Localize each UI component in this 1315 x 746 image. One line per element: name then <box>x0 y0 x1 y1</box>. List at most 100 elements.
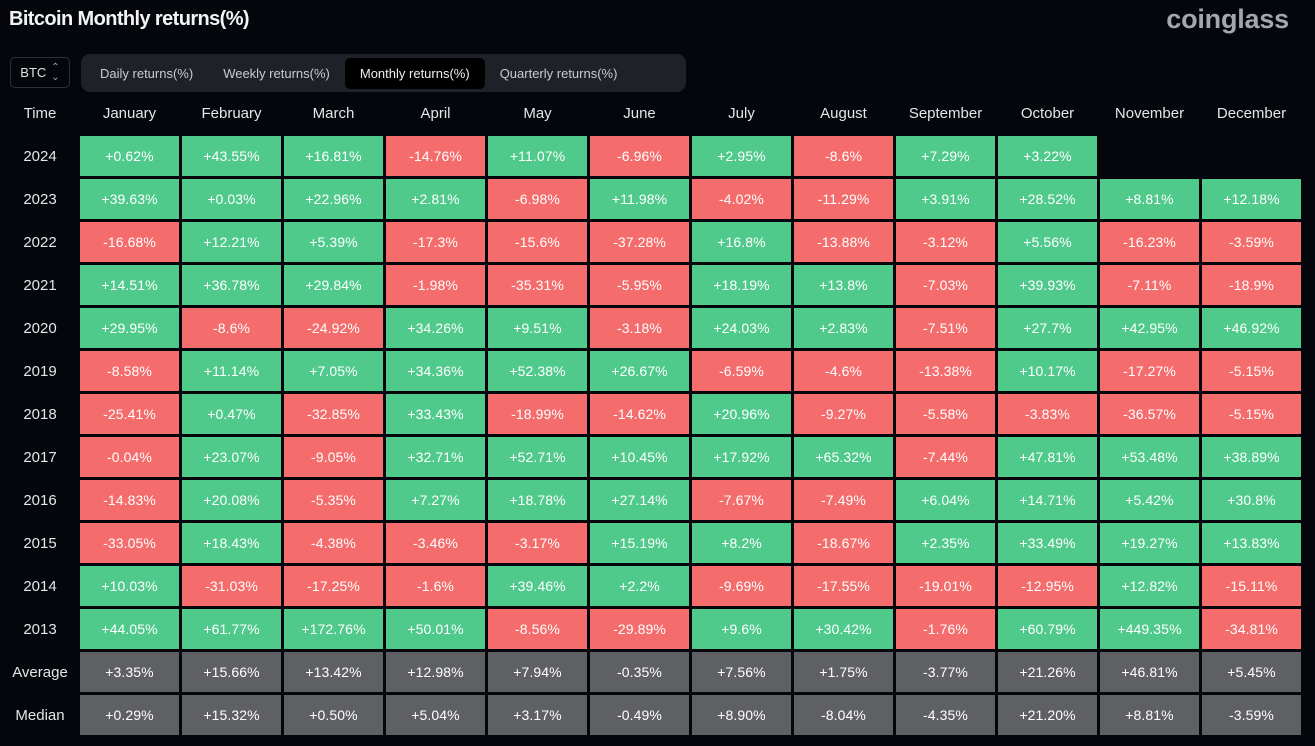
return-cell: +20.08% <box>182 480 281 520</box>
return-cell: +17.92% <box>692 437 791 477</box>
return-cell: -7.44% <box>896 437 995 477</box>
year-row-label: 2015 <box>23 534 57 552</box>
return-cell: +2.2% <box>590 566 689 606</box>
brand-logo: coinglass <box>1166 4 1289 34</box>
return-cell: +46.92% <box>1202 308 1301 348</box>
return-cell: -12.95% <box>998 566 1097 606</box>
return-cell: -17.55% <box>794 566 893 606</box>
return-cell: -13.38% <box>896 351 995 391</box>
return-cell: +3.22% <box>998 136 1097 176</box>
return-cell: -5.58% <box>896 394 995 434</box>
return-cell: -25.41% <box>80 394 179 434</box>
return-cell: +52.71% <box>488 437 587 477</box>
return-cell: +33.49% <box>998 523 1097 563</box>
return-cell: +14.51% <box>80 265 179 305</box>
return-cell: +60.79% <box>998 609 1097 649</box>
summary-cell: +3.17% <box>488 695 587 735</box>
return-cell: -9.27% <box>794 394 893 434</box>
return-cell: +43.55% <box>182 136 281 176</box>
return-cell: +12.82% <box>1100 566 1199 606</box>
return-cell: +65.32% <box>794 437 893 477</box>
return-cell: -8.6% <box>182 308 281 348</box>
return-cell: -6.98% <box>488 179 587 219</box>
return-cell: +9.6% <box>692 609 791 649</box>
return-cell: -14.76% <box>386 136 485 176</box>
return-cell: +8.2% <box>692 523 791 563</box>
return-cell: +53.48% <box>1100 437 1199 477</box>
return-cell: +8.81% <box>1100 179 1199 219</box>
summary-cell: +7.94% <box>488 652 587 692</box>
summary-cell: +5.45% <box>1202 652 1301 692</box>
summary-cell: -0.35% <box>590 652 689 692</box>
return-cell: +449.35% <box>1100 609 1199 649</box>
column-header-march: March <box>312 104 355 122</box>
summary-cell: +8.90% <box>692 695 791 735</box>
return-cell: +27.7% <box>998 308 1097 348</box>
return-cell: +2.81% <box>386 179 485 219</box>
return-cell: +24.03% <box>692 308 791 348</box>
return-cell: +11.07% <box>488 136 587 176</box>
return-cell: -8.58% <box>80 351 179 391</box>
return-cell: +0.62% <box>80 136 179 176</box>
return-cell: +2.35% <box>896 523 995 563</box>
return-cell: -18.99% <box>488 394 587 434</box>
year-row-label: 2020 <box>23 319 57 337</box>
summary-cell: +0.29% <box>80 695 179 735</box>
page-title: Bitcoin Monthly returns(%) <box>9 8 250 30</box>
summary-cell: +3.35% <box>80 652 179 692</box>
period-tabs: Daily returns(%) Weekly returns(%) Month… <box>81 54 686 92</box>
return-cell: +61.77% <box>182 609 281 649</box>
return-cell: +12.18% <box>1202 179 1301 219</box>
return-cell: +36.78% <box>182 265 281 305</box>
tab-monthly-returns[interactable]: Monthly returns(%) <box>344 57 485 89</box>
column-header-december: December <box>1216 104 1287 122</box>
return-cell: -17.25% <box>284 566 383 606</box>
column-header-january: January <box>102 104 157 122</box>
return-cell: +27.14% <box>590 480 689 520</box>
asset-selector[interactable]: BTC ⌃ ⌄ <box>10 57 70 88</box>
tab-weekly-returns[interactable]: Weekly returns(%) <box>208 58 345 89</box>
return-cell: -15.6% <box>488 222 587 262</box>
year-row-label: 2017 <box>23 448 57 466</box>
return-cell: -7.51% <box>896 308 995 348</box>
return-cell: -7.11% <box>1100 265 1199 305</box>
return-cell: +2.83% <box>794 308 893 348</box>
return-cell: -34.81% <box>1202 609 1301 649</box>
return-cell: -6.59% <box>692 351 791 391</box>
return-cell: +18.78% <box>488 480 587 520</box>
column-header-august: August <box>820 104 867 122</box>
return-cell: -4.38% <box>284 523 383 563</box>
year-row-label: 2018 <box>23 405 57 423</box>
return-cell: +9.51% <box>488 308 587 348</box>
year-row-label: 2022 <box>23 233 57 251</box>
return-cell: -8.6% <box>794 136 893 176</box>
year-row-label: 2016 <box>23 491 57 509</box>
return-cell: +47.81% <box>998 437 1097 477</box>
return-cell: -1.6% <box>386 566 485 606</box>
return-cell: +0.47% <box>182 394 281 434</box>
return-cell: +11.14% <box>182 351 281 391</box>
return-cell: +10.45% <box>590 437 689 477</box>
return-cell: +28.52% <box>998 179 1097 219</box>
summary-cell: +8.81% <box>1100 695 1199 735</box>
summary-cell: -4.35% <box>896 695 995 735</box>
asset-selector-value: BTC <box>20 65 47 80</box>
return-cell: -8.56% <box>488 609 587 649</box>
tab-daily-returns[interactable]: Daily returns(%) <box>85 58 208 89</box>
return-cell: +13.83% <box>1202 523 1301 563</box>
return-cell: +5.56% <box>998 222 1097 262</box>
summary-cell: +21.26% <box>998 652 1097 692</box>
return-cell: +15.19% <box>590 523 689 563</box>
return-cell: +50.01% <box>386 609 485 649</box>
return-cell: -3.59% <box>1202 222 1301 262</box>
summary-cell: -3.77% <box>896 652 995 692</box>
return-cell: +42.95% <box>1100 308 1199 348</box>
summary-row-label: Median <box>15 706 65 724</box>
summary-cell: -0.49% <box>590 695 689 735</box>
return-cell: +30.42% <box>794 609 893 649</box>
column-header-time: Time <box>23 104 57 122</box>
return-cell: -37.28% <box>590 222 689 262</box>
return-cell: -14.62% <box>590 394 689 434</box>
tab-quarterly-returns[interactable]: Quarterly returns(%) <box>485 58 633 89</box>
return-cell: -29.89% <box>590 609 689 649</box>
